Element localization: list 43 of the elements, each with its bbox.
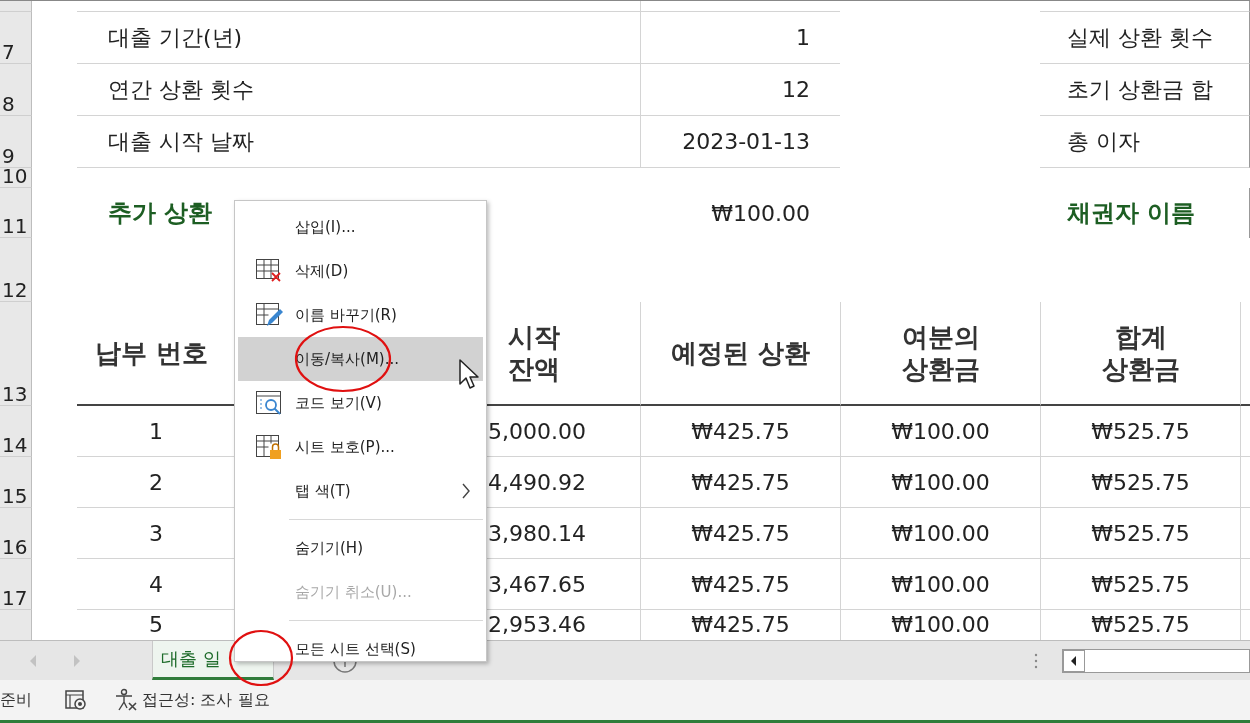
table-cell: 3,980.14 xyxy=(488,520,586,546)
table-cell: 3,467.65 xyxy=(488,571,586,597)
table-cell: 4 xyxy=(149,571,163,597)
cell-text: 2023-01-13 xyxy=(682,129,810,154)
table-cell: ₩425.75 xyxy=(691,571,790,597)
table-cell: ₩525.75 xyxy=(1091,612,1190,637)
cell-text: 1 xyxy=(796,25,810,50)
cell-text: 대출 기간(년) xyxy=(108,23,243,52)
table-cell: 4,490.92 xyxy=(488,469,586,495)
table-cell: ₩525.75 xyxy=(1091,418,1190,444)
table-cell: 5 xyxy=(149,612,163,637)
table-cell: ₩425.75 xyxy=(691,418,790,444)
table-cell: 5,000.00 xyxy=(488,418,586,444)
cell-text: 연간 상환 횟수 xyxy=(108,75,254,104)
cell-text: 초기 상환금 합 xyxy=(1067,75,1213,104)
cell-text: 대출 시작 날짜 xyxy=(108,127,254,156)
table-cell: 2,953.46 xyxy=(488,612,586,637)
table-cell: 3 xyxy=(149,520,163,546)
column-header: 합계 상환금 xyxy=(1101,320,1180,386)
table-cell: ₩100.00 xyxy=(891,571,990,597)
table-cell: ₩425.75 xyxy=(691,469,790,495)
table-cell: ₩100.00 xyxy=(891,469,990,495)
section-title: 채권자 이름 xyxy=(1067,198,1196,229)
table-cell: ₩525.75 xyxy=(1091,469,1190,495)
column-header: 여분의 상환금 xyxy=(901,320,980,386)
cell-text: 실제 상환 횟수 xyxy=(1067,23,1213,52)
table-cell: 1 xyxy=(149,418,163,444)
cell-text: 12 xyxy=(782,77,810,102)
table-cell: ₩100.00 xyxy=(891,520,990,546)
column-header: 시작 잔액 xyxy=(508,320,560,386)
column-header: 예정된 상환 xyxy=(670,336,811,370)
table-cell: ₩425.75 xyxy=(691,612,790,637)
cell-text: ₩100.00 xyxy=(711,200,810,226)
table-cell: ₩425.75 xyxy=(691,520,790,546)
cell-text: 총 이자 xyxy=(1067,127,1140,156)
column-header: 납부 번호 xyxy=(95,336,209,370)
table-cell: ₩100.00 xyxy=(891,612,990,637)
table-cell: 2 xyxy=(149,469,163,495)
table-cell: ₩100.00 xyxy=(891,418,990,444)
section-title: 추가 상환 xyxy=(108,198,213,229)
table-cell: ₩525.75 xyxy=(1091,571,1190,597)
status-text: 준비 xyxy=(0,689,32,711)
table-cell: ₩525.75 xyxy=(1091,520,1190,546)
